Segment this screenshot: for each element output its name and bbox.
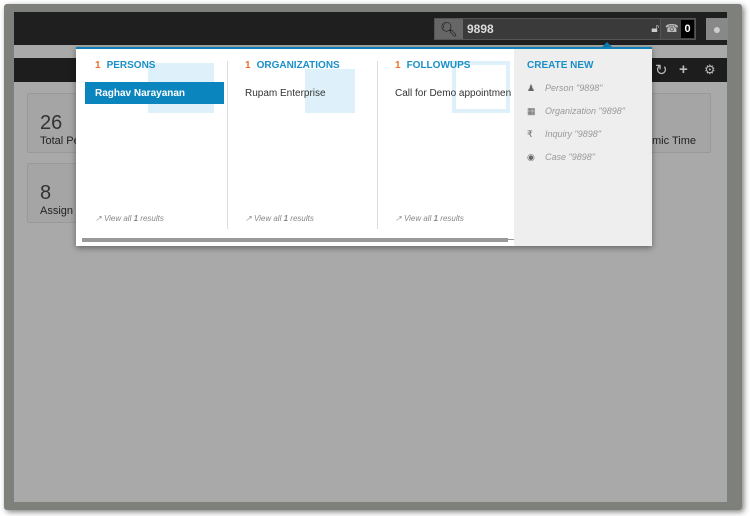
person-result[interactable]: Raghav Narayanan (85, 82, 224, 104)
building-icon: ▦ (527, 106, 536, 116)
followup-result[interactable]: Call for Demo appointmen (385, 82, 524, 104)
followups-column: 1 FOLLOWUPS Call for Demo appointmen ↗ Vi… (376, 49, 526, 231)
gear-icon[interactable]: ⚙ (704, 62, 716, 78)
search-box[interactable]: 🔍︎ 9898 🔓︎ (434, 18, 664, 40)
followups-header: 1 FOLLOWUPS (395, 60, 471, 71)
create-person[interactable]: ♟ Person "9898" (527, 83, 602, 94)
call-count: 0 (681, 20, 694, 38)
view-all-followups-link[interactable]: ↗ View all 1 results (395, 214, 464, 223)
user-avatar[interactable]: ● (706, 18, 728, 40)
add-icon[interactable]: + (679, 61, 688, 78)
person-icon: ♟ (527, 83, 536, 93)
search-icon[interactable]: 🔍︎ (435, 19, 463, 39)
create-case[interactable]: ◉ Case "9898" (527, 152, 595, 163)
stat-value: 26 (40, 112, 63, 134)
phone-icon: ☎ (665, 23, 679, 35)
stat-label: Total Pe (40, 135, 80, 147)
create-inquiry[interactable]: ₹ Inquiry "9898" (527, 129, 601, 140)
create-new-header: CREATE NEW (527, 60, 594, 71)
create-organization[interactable]: ▦ Organization "9898" (527, 106, 625, 117)
view-all-persons-link[interactable]: ↗ View all 1 results (95, 214, 164, 223)
search-results-dropdown: 1 PERSONS Raghav Narayanan ↗ View all 1 r… (76, 47, 652, 246)
unlock-icon[interactable]: 🔓︎ (651, 21, 659, 36)
organizations-column: 1 ORGANIZATIONS Rupam Enterprise ↗ View a… (226, 49, 376, 231)
case-icon: ◉ (527, 152, 535, 162)
stat-value: 8 (40, 182, 52, 204)
refresh-icon[interactable]: ↻ (655, 61, 668, 79)
create-new-panel: CREATE NEW ♟ Person "9898" ▦ Organization … (514, 49, 652, 246)
rupee-icon: ₹ (527, 129, 533, 139)
organizations-header: 1 ORGANIZATIONS (245, 60, 340, 71)
horizontal-scrollbar[interactable] (82, 238, 508, 242)
view-all-organizations-link[interactable]: ↗ View all 1 results (245, 214, 314, 223)
phone-calls-button[interactable]: ☎ 0 (660, 18, 696, 40)
persons-header: 1 PERSONS (95, 60, 156, 71)
stat-card[interactable]: mic Time (644, 93, 711, 153)
top-bar: 🔍︎ 9898 🔓︎ ☎ 0 ● (14, 12, 728, 45)
stat-label: mic Time (652, 135, 696, 147)
organization-result[interactable]: Rupam Enterprise (235, 82, 374, 104)
persons-column: 1 PERSONS Raghav Narayanan ↗ View all 1 r… (76, 49, 226, 231)
search-input[interactable]: 9898 (467, 22, 494, 36)
